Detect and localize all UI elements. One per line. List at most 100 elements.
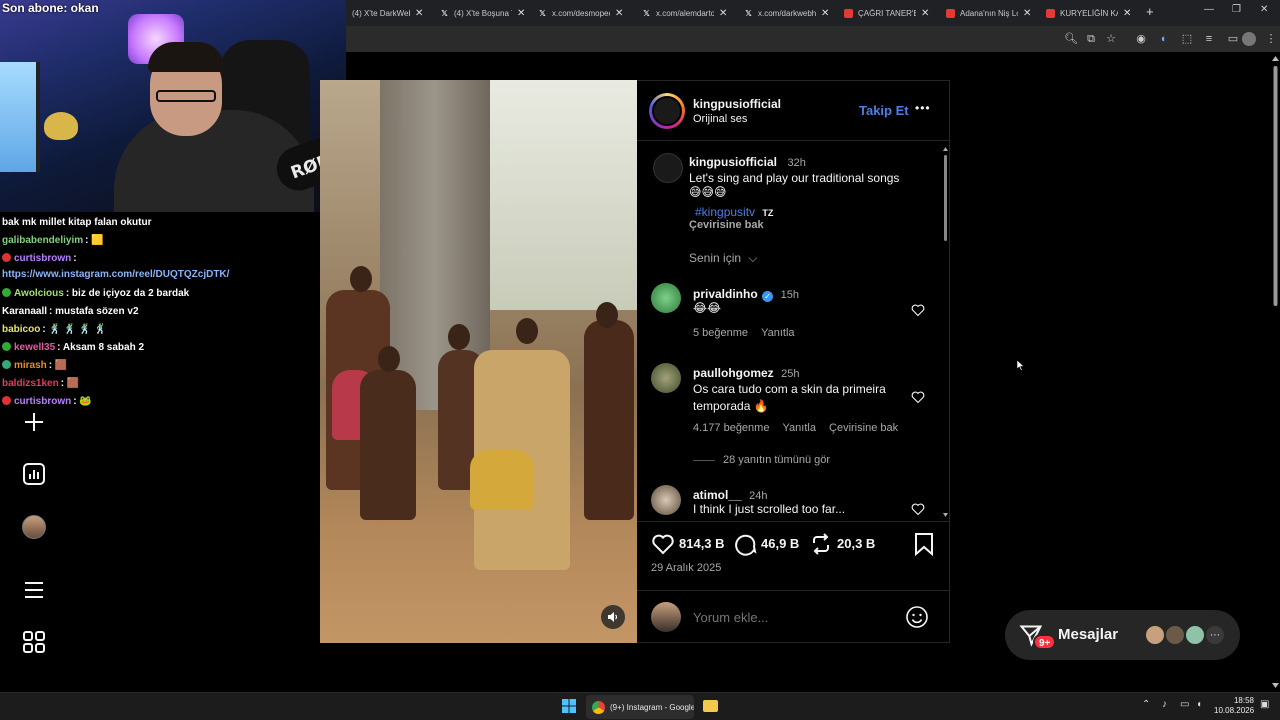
- zoom-icon[interactable]: 🔍︎: [1064, 32, 1078, 46]
- comment-filter-dropdown[interactable]: Senin için ⌵: [689, 251, 757, 266]
- audio-label[interactable]: Orijinal ses: [693, 113, 747, 125]
- comment-input[interactable]: [693, 607, 893, 627]
- sidebar-icon[interactable]: ▭: [1226, 32, 1240, 46]
- conversation-avatar: [1144, 624, 1166, 646]
- tab-title: x.com/alemdarto: [656, 8, 714, 18]
- stream-chat: bak mk millet kitap falan okutur galibab…: [0, 212, 320, 412]
- reply-button[interactable]: Yanıtla: [783, 422, 816, 434]
- comment-translate-link[interactable]: Çevirisine bak: [829, 422, 898, 434]
- browser-tab[interactable]: ÇAĞRI TANER'E ✕: [838, 3, 935, 23]
- tab-title: Adana'nın Niş Lo: [960, 8, 1018, 18]
- comment-avatar[interactable]: [651, 363, 681, 393]
- incognito-icon[interactable]: ◉: [1134, 32, 1148, 46]
- browser-tab[interactable]: 𝕏x.com/darkwebh ✕: [738, 3, 835, 23]
- new-tab-button[interactable]: +: [1146, 4, 1154, 19]
- minimize-icon[interactable]: —: [1204, 4, 1214, 15]
- reposts-count[interactable]: 20,3 B: [837, 536, 875, 551]
- notification-bell-icon[interactable]: ▣: [1260, 699, 1269, 710]
- comment-username[interactable]: atimol__: [693, 488, 742, 502]
- close-icon[interactable]: ✕: [719, 8, 727, 19]
- browser-tab[interactable]: 𝕏x.com/alemdarto ✕: [636, 3, 733, 23]
- unread-badge: 9+: [1033, 634, 1057, 650]
- last-subscriber-label: Son abone: okan: [2, 1, 99, 15]
- more-menu-icon[interactable]: [20, 576, 48, 604]
- screenshot-icon[interactable]: ⧉: [1084, 32, 1098, 46]
- close-icon[interactable]: ✕: [921, 8, 929, 19]
- profile-avatar-nav[interactable]: [22, 515, 46, 539]
- like-heart-icon[interactable]: [651, 532, 675, 556]
- caption-avatar[interactable]: [653, 153, 683, 183]
- create-plus-icon[interactable]: [20, 408, 48, 436]
- windows-start-icon[interactable]: [562, 699, 576, 713]
- menu-kebab-icon[interactable]: ⋮: [1264, 32, 1278, 46]
- video-sky: [490, 80, 637, 310]
- caption-translate-link[interactable]: Çevirisine bak: [689, 219, 764, 231]
- x-logo-icon: 𝕏: [643, 8, 650, 18]
- comment-avatar[interactable]: [651, 485, 681, 515]
- streamer-hair: [148, 42, 224, 72]
- close-icon[interactable]: ✕: [1123, 8, 1131, 19]
- clock-time[interactable]: 18:58: [1214, 696, 1254, 705]
- reading-list-icon[interactable]: ≡: [1202, 32, 1216, 46]
- likes-count[interactable]: 814,3 B: [679, 536, 725, 551]
- reply-button[interactable]: Yanıtla: [761, 327, 794, 339]
- messages-button[interactable]: 9+ Mesajlar ⋯: [1005, 610, 1240, 660]
- extensions-icon[interactable]: ⬚: [1180, 32, 1194, 46]
- author-username[interactable]: kingpusiofficial: [693, 97, 781, 111]
- comments-scrollbar[interactable]: [943, 147, 948, 517]
- restore-icon[interactable]: ❐: [1232, 4, 1241, 15]
- comment-meta: 5 beğenme Yanıtla: [693, 327, 795, 339]
- close-icon[interactable]: ✕: [415, 8, 423, 19]
- like-comment-icon[interactable]: [911, 502, 925, 516]
- microphone-tray-icon[interactable]: ♪: [1162, 699, 1167, 710]
- dancer-cloth: [470, 450, 534, 510]
- background-plant: [44, 112, 78, 140]
- extension-audio-icon[interactable]: ◖: [1156, 32, 1170, 46]
- file-explorer-icon[interactable]: [703, 700, 718, 712]
- taskbar-chrome-app[interactable]: (9+) Instagram - Google: [586, 695, 694, 719]
- comment-bubble-icon[interactable]: [733, 532, 757, 556]
- like-comment-icon[interactable]: [911, 390, 925, 404]
- network-icon[interactable]: ▭: [1180, 699, 1189, 710]
- author-avatar[interactable]: [649, 93, 685, 129]
- audio-toggle-button[interactable]: [601, 605, 625, 629]
- hashtag-link[interactable]: #kingpusitv: [695, 205, 755, 219]
- close-icon[interactable]: ✕: [821, 8, 829, 19]
- close-icon[interactable]: ✕: [1023, 8, 1031, 19]
- also-from-meta-icon[interactable]: [20, 628, 48, 656]
- caption-username[interactable]: kingpusiofficial: [689, 155, 777, 169]
- close-icon[interactable]: ✕: [615, 8, 623, 19]
- comment-likes[interactable]: 5 beğenme: [693, 327, 748, 339]
- window-close-icon[interactable]: ✕: [1260, 4, 1268, 15]
- browser-tab[interactable]: 𝕏x.com/desmopec ✕: [532, 3, 629, 23]
- comment-avatar[interactable]: [651, 283, 681, 313]
- volume-icon[interactable]: ◖: [1196, 699, 1202, 710]
- comment-time: 25h: [781, 368, 800, 380]
- comment-username[interactable]: paullohgomez: [693, 366, 774, 380]
- close-icon[interactable]: ✕: [517, 8, 525, 19]
- chevron-down-icon: ⌵: [748, 251, 758, 265]
- tray-overflow-icon[interactable]: ⌃: [1142, 699, 1150, 710]
- follow-button[interactable]: Takip Et: [859, 103, 909, 118]
- profile-avatar[interactable]: [1242, 32, 1256, 46]
- save-bookmark-icon[interactable]: [913, 532, 935, 556]
- insights-chart-icon[interactable]: [20, 460, 48, 488]
- dancer-head: [516, 318, 538, 344]
- browser-tab[interactable]: (4) X'te DarkWeb ✕: [346, 3, 429, 23]
- browser-tab[interactable]: KURYELİĞİN KAR ✕: [1040, 3, 1137, 23]
- clock-date[interactable]: 10.08.2026: [1214, 706, 1254, 715]
- comment-username[interactable]: privaldinho: [693, 287, 758, 301]
- reel-video[interactable]: [320, 80, 637, 643]
- more-options-icon[interactable]: •••: [915, 101, 931, 115]
- page-scrollbar[interactable]: [1271, 52, 1280, 692]
- view-replies-button[interactable]: 28 yanıtın tümünü gör: [693, 454, 830, 466]
- browser-tab[interactable]: Adana'nın Niş Lo ✕: [940, 3, 1037, 23]
- repost-icon[interactable]: [809, 532, 833, 556]
- comments-count[interactable]: 46,9 B: [761, 536, 799, 551]
- emoji-picker-icon[interactable]: [905, 605, 929, 629]
- bookmark-star-icon[interactable]: ☆: [1104, 32, 1118, 46]
- comment-likes[interactable]: 4.177 beğenme: [693, 422, 769, 434]
- like-comment-icon[interactable]: [911, 303, 925, 317]
- browser-tab[interactable]: 𝕏 (4) X'te Boşuna T ✕: [434, 3, 531, 23]
- dancer-figure: [584, 320, 634, 520]
